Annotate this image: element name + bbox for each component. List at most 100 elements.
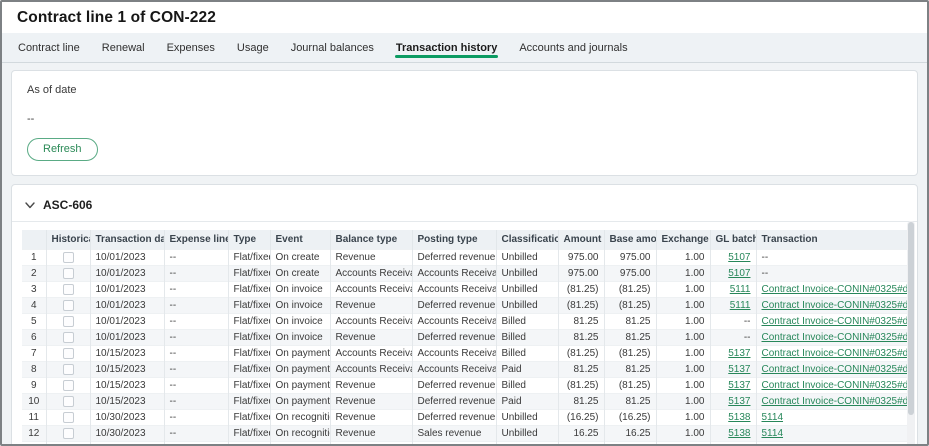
historical-checkbox[interactable] (63, 412, 74, 423)
tab-renewal[interactable]: Renewal (91, 33, 156, 62)
cell-transaction-date: 10/30/2023 (90, 426, 164, 442)
cell-exchange-rate: 1.00 (656, 314, 710, 330)
cell-gl-batch: 5137 (710, 378, 756, 394)
cell-posting-type: Deferred revenue (412, 378, 496, 394)
cell-type: Flat/fixed (228, 298, 270, 314)
cell-gl-batch: 5137 (710, 394, 756, 410)
cell-event: On create (270, 266, 330, 282)
historical-checkbox[interactable] (63, 316, 74, 327)
cell-expense-line-no: -- (164, 410, 228, 426)
cell-exchange-rate: 1.00 (656, 362, 710, 378)
tab-transaction-history[interactable]: Transaction history (385, 33, 508, 62)
historical-checkbox[interactable] (63, 252, 74, 263)
cell-amount: 81.25 (558, 330, 604, 346)
transaction-link[interactable]: Contract Invoice-CONIN#0325#doc (762, 364, 908, 375)
historical-checkbox[interactable] (63, 428, 74, 439)
cell-historical (46, 362, 90, 378)
cell-event: On recognition (270, 442, 330, 446)
asc606-section-header[interactable]: ASC-606 (12, 190, 917, 222)
cell-transaction: Contract Invoice-CONIN#0325#doc (756, 282, 907, 298)
cell-gl-batch: 5111 (710, 298, 756, 314)
refresh-button[interactable]: Refresh (27, 138, 98, 161)
cell-transaction: Contract Invoice-CONIN#0325#doc (756, 362, 907, 378)
cell-classification: Unbilled (496, 266, 558, 282)
gl-batch-link[interactable]: 5137 (728, 380, 750, 391)
cell-event: On invoice (270, 330, 330, 346)
col-header-base-amount: Base amount (604, 230, 656, 250)
transaction-history-table: HistoricalTransaction dateExpense line n… (22, 230, 907, 446)
historical-checkbox[interactable] (63, 284, 74, 295)
content-area: As of date -- Refresh ASC-606 Historical… (2, 63, 927, 444)
gl-batch-link[interactable]: 5137 (728, 364, 750, 375)
cell-historical (46, 378, 90, 394)
historical-checkbox[interactable] (63, 268, 74, 279)
cell-base-amount: 16.25 (604, 426, 656, 442)
cell-type: Flat/fixed (228, 282, 270, 298)
cell-row-number: 7 (22, 346, 46, 362)
cell-amount: 81.25 (558, 314, 604, 330)
col-header-posting-type: Posting type (412, 230, 496, 250)
cell-classification: Unbilled (496, 250, 558, 266)
gl-batch-link[interactable]: 5107 (728, 252, 750, 263)
tab-journal-balances[interactable]: Journal balances (280, 33, 385, 62)
section-title: ASC-606 (43, 198, 92, 212)
tab-contract-line[interactable]: Contract line (7, 33, 91, 62)
chevron-down-icon (25, 202, 35, 209)
cell-gl-batch: 5107 (710, 250, 756, 266)
historical-checkbox[interactable] (63, 332, 74, 343)
cell-type: Flat/fixed (228, 394, 270, 410)
gl-batch-link[interactable]: 5138 (728, 428, 750, 439)
transaction-link[interactable]: Contract Invoice-CONIN#0325#doc (762, 332, 908, 343)
cell-posting-type: Accounts Receivable (412, 346, 496, 362)
historical-checkbox[interactable] (63, 348, 74, 359)
col-header-type: Type (228, 230, 270, 250)
cell-amount: (81.25) (558, 378, 604, 394)
transaction-link[interactable]: Contract Invoice-CONIN#0325#doc (762, 284, 908, 295)
table-scrollbar[interactable] (907, 221, 915, 446)
as-of-date-value[interactable]: -- (27, 113, 902, 125)
scrollbar-thumb[interactable] (908, 222, 914, 415)
historical-checkbox[interactable] (63, 364, 74, 375)
transaction-link[interactable]: 5114 (762, 428, 784, 439)
cell-classification: Unbilled (496, 298, 558, 314)
transaction-link[interactable]: Contract Invoice-CONIN#0325#doc (762, 380, 908, 391)
tab-usage[interactable]: Usage (226, 33, 280, 62)
cell-row-number: 3 (22, 282, 46, 298)
cell-transaction-date: 10/01/2023 (90, 314, 164, 330)
historical-checkbox[interactable] (63, 396, 74, 407)
tab-accounts-and-journals[interactable]: Accounts and journals (508, 33, 638, 62)
table-row: 1010/15/2023--Flat/fixedOn paymentRevenu… (22, 394, 907, 410)
cell-expense-line-no: -- (164, 378, 228, 394)
gl-batch-link[interactable]: 5111 (730, 300, 751, 311)
transaction-link[interactable]: 5114 (762, 412, 784, 423)
cell-base-amount: 81.25 (604, 362, 656, 378)
cell-posting-type: Deferred revenue (412, 250, 496, 266)
transaction-link[interactable]: Contract Invoice-CONIN#0325#doc (762, 396, 908, 407)
gl-batch-link[interactable]: 5137 (728, 396, 750, 407)
cell-classification: Paid (496, 394, 558, 410)
historical-checkbox[interactable] (63, 300, 74, 311)
gl-batch-link[interactable]: 5107 (728, 268, 750, 279)
cell-gl-batch: 5138 (710, 426, 756, 442)
cell-balance-type: Revenue (330, 394, 412, 410)
cell-amount: (81.25) (558, 282, 604, 298)
cell-transaction-date: 10/15/2023 (90, 362, 164, 378)
cell-posting-type: Accounts Receivable (412, 282, 496, 298)
cell-base-amount: 81.25 (604, 314, 656, 330)
cell-historical (46, 442, 90, 446)
transaction-link[interactable]: Contract Invoice-CONIN#0325#doc (762, 316, 908, 327)
contract-line-page: Contract line 1 of CON-222 Contract line… (0, 0, 929, 446)
historical-checkbox[interactable] (63, 380, 74, 391)
cell-event: On create (270, 250, 330, 266)
gl-batch-link[interactable]: 5138 (728, 412, 750, 423)
tab-expenses[interactable]: Expenses (156, 33, 226, 62)
cell-historical (46, 298, 90, 314)
cell-row-number: 9 (22, 378, 46, 394)
cell-gl-batch: 5138 (710, 410, 756, 426)
cell-classification: Unbilled (496, 410, 558, 426)
transaction-link[interactable]: Contract Invoice-CONIN#0325#doc (762, 348, 908, 359)
gl-batch-link[interactable]: 5111 (730, 284, 751, 295)
gl-batch-link[interactable]: 5137 (728, 348, 750, 359)
cell-transaction-date: 10/30/2023 (90, 410, 164, 426)
transaction-link[interactable]: Contract Invoice-CONIN#0325#doc (762, 300, 908, 311)
